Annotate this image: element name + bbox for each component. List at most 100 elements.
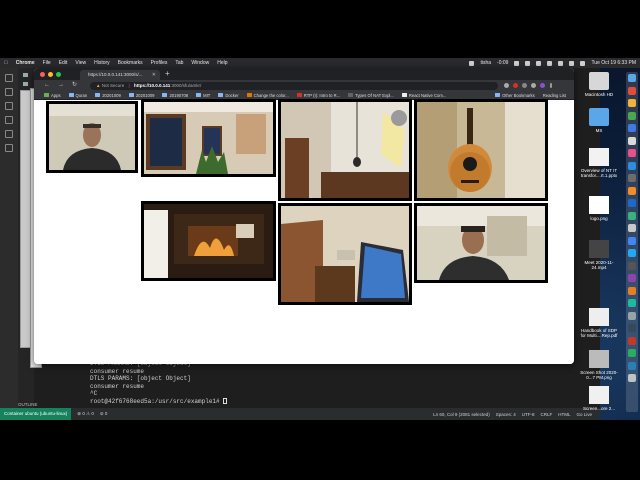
security-status[interactable]: Not Secure: [102, 83, 125, 88]
bookmark-item[interactable]: 20201009: [128, 93, 154, 98]
desktop-icon-screenshot[interactable]: Screen...ore 2...: [579, 386, 619, 411]
terminal-dock-icon[interactable]: [628, 261, 636, 270]
app-icon[interactable]: [628, 324, 636, 332]
menu-app-chrome[interactable]: Chrome: [16, 58, 35, 68]
bookmark-item[interactable]: RTP (I): Intro to R...: [296, 93, 340, 98]
debug-icon[interactable]: [5, 116, 13, 124]
other-bookmarks[interactable]: Other Bookmarks: [495, 93, 535, 98]
bookmark-item[interactable]: Types Of NAT Expl...: [348, 93, 394, 98]
app-icon[interactable]: [628, 111, 636, 120]
trash-icon[interactable]: [628, 374, 636, 382]
remote-indicator[interactable]: Container ubuntu (ubuntu-linux): [0, 408, 72, 420]
menubar-clock[interactable]: Tue Oct 19 6:33 PM: [591, 58, 636, 68]
menu-kebab-icon[interactable]: [550, 83, 552, 88]
ports-indicator[interactable]: ⊘ 0: [100, 411, 108, 417]
wifi-icon[interactable]: [558, 60, 564, 66]
extensions-puzzle-icon[interactable]: [531, 83, 536, 88]
indentation[interactable]: Spaces: 4: [496, 412, 516, 417]
status-app-icon[interactable]: [525, 60, 531, 66]
warning-icon[interactable]: ▲: [96, 83, 100, 88]
app-icon[interactable]: [628, 286, 636, 295]
zoom-window-button[interactable]: [56, 72, 61, 77]
video-tile-participant-man-headphones[interactable]: [46, 101, 138, 173]
back-button[interactable]: ←: [44, 81, 50, 90]
explorer-icon[interactable]: [5, 74, 13, 82]
video-tile-room-window-plant[interactable]: [141, 99, 276, 177]
source-control-icon[interactable]: [5, 102, 13, 110]
menu-help[interactable]: Help: [217, 58, 227, 68]
terminal-panel[interactable]: DTLS PARAMS: [object Object] consumer re…: [90, 360, 510, 405]
app-icon[interactable]: [628, 349, 636, 357]
extension-icon[interactable]: [522, 83, 527, 88]
file-icon[interactable]: [23, 73, 28, 77]
problems-indicator[interactable]: ⊗ 0 ⚠ 0: [77, 411, 94, 417]
app-icon[interactable]: [628, 199, 636, 207]
bookmark-item[interactable]: React Native Com...: [401, 93, 446, 98]
app-icon[interactable]: [628, 174, 636, 182]
app-icon[interactable]: [628, 99, 636, 107]
menu-tab[interactable]: Tab: [175, 58, 183, 68]
language-mode[interactable]: HTML: [558, 412, 570, 417]
video-tile-door-laptop[interactable]: [278, 203, 412, 305]
battery-icon[interactable]: [547, 60, 553, 66]
vscode-dock-icon[interactable]: [628, 249, 636, 257]
close-window-button[interactable]: [40, 72, 45, 77]
app-icon[interactable]: [628, 186, 636, 195]
reading-list[interactable]: Reading List: [543, 93, 566, 98]
app-icon[interactable]: [628, 149, 636, 157]
desktop-icon-drive[interactable]: Macintosh HD: [579, 72, 619, 97]
minimize-window-button[interactable]: [48, 72, 53, 77]
control-center-icon[interactable]: [580, 60, 586, 66]
extensions-icon[interactable]: [5, 130, 13, 138]
status-record-icon[interactable]: [469, 60, 475, 66]
bookmark-item[interactable]: Quran: [68, 93, 87, 98]
video-tile-guitar[interactable]: [414, 99, 548, 201]
profile-avatar[interactable]: [540, 83, 545, 88]
apple-icon[interactable]: : [4, 58, 8, 68]
video-tile-ceiling-light[interactable]: [278, 99, 412, 201]
bookmark-item[interactable]: 20201009: [95, 93, 121, 98]
video-tile-fireplace[interactable]: [141, 201, 276, 281]
menu-history[interactable]: History: [94, 58, 110, 68]
app-icon[interactable]: [628, 274, 636, 282]
status-user[interactable]: tisha: [480, 58, 491, 68]
bookmark-item[interactable]: Apps: [44, 93, 61, 98]
status-app-icon[interactable]: [536, 60, 542, 66]
close-tab-icon[interactable]: ✕: [152, 70, 156, 80]
bookmark-item[interactable]: Docker: [218, 93, 239, 98]
chrome-dock-icon[interactable]: [628, 236, 636, 245]
desktop-icon-video[interactable]: Meet 2020-11-24.mp4: [579, 240, 619, 270]
remote-explorer-icon[interactable]: [5, 144, 13, 152]
menu-file[interactable]: File: [43, 58, 51, 68]
new-tab-button[interactable]: +: [165, 69, 170, 79]
search-icon[interactable]: [5, 88, 13, 96]
app-icon[interactable]: [628, 136, 636, 145]
extension-icon[interactable]: [513, 83, 518, 88]
app-icon[interactable]: [628, 86, 636, 95]
menu-view[interactable]: View: [75, 58, 86, 68]
finder-icon[interactable]: [628, 74, 636, 82]
desktop-icon-pptx[interactable]: Overview of NT IT transfor....rt.1.pptx: [579, 148, 619, 178]
menu-edit[interactable]: Edit: [59, 58, 68, 68]
app-icon[interactable]: [628, 299, 636, 307]
address-bar[interactable]: ▲ Not Secure | https://10.0.0.141:3000/s…: [90, 81, 498, 90]
bookmark-item[interactable]: 20190708: [162, 93, 188, 98]
app-icon[interactable]: [628, 311, 636, 320]
cursor-position[interactable]: Ln 60, Col 9 (2081 selected): [433, 412, 490, 417]
menu-bookmarks[interactable]: Bookmarks: [118, 58, 143, 68]
desktop-icon-screenshot[interactable]: Screen Shot 2020-0...7 PM.png: [579, 350, 619, 380]
app-icon[interactable]: [628, 124, 636, 132]
reload-button[interactable]: ↻: [72, 81, 77, 90]
encoding[interactable]: UTF-8: [522, 412, 535, 417]
outline-section[interactable]: OUTLINE: [18, 402, 38, 407]
bookmark-item[interactable]: Change the color...: [246, 93, 289, 98]
app-icon[interactable]: [628, 224, 636, 232]
desktop-icon-logo[interactable]: logo.png: [579, 196, 619, 221]
search-icon[interactable]: [569, 60, 575, 66]
bookmark-item[interactable]: MIT: [196, 93, 210, 98]
forward-button[interactable]: →: [58, 81, 64, 90]
tab-active[interactable]: https://10.0.0.141:3000/s/... ✕: [80, 70, 160, 80]
desktop-icon-folder[interactable]: MS: [579, 108, 619, 133]
menu-window[interactable]: Window: [191, 58, 209, 68]
desktop-icon-pdf[interactable]: Handbook of SDP for Multi....Rep.pdf: [579, 308, 619, 338]
